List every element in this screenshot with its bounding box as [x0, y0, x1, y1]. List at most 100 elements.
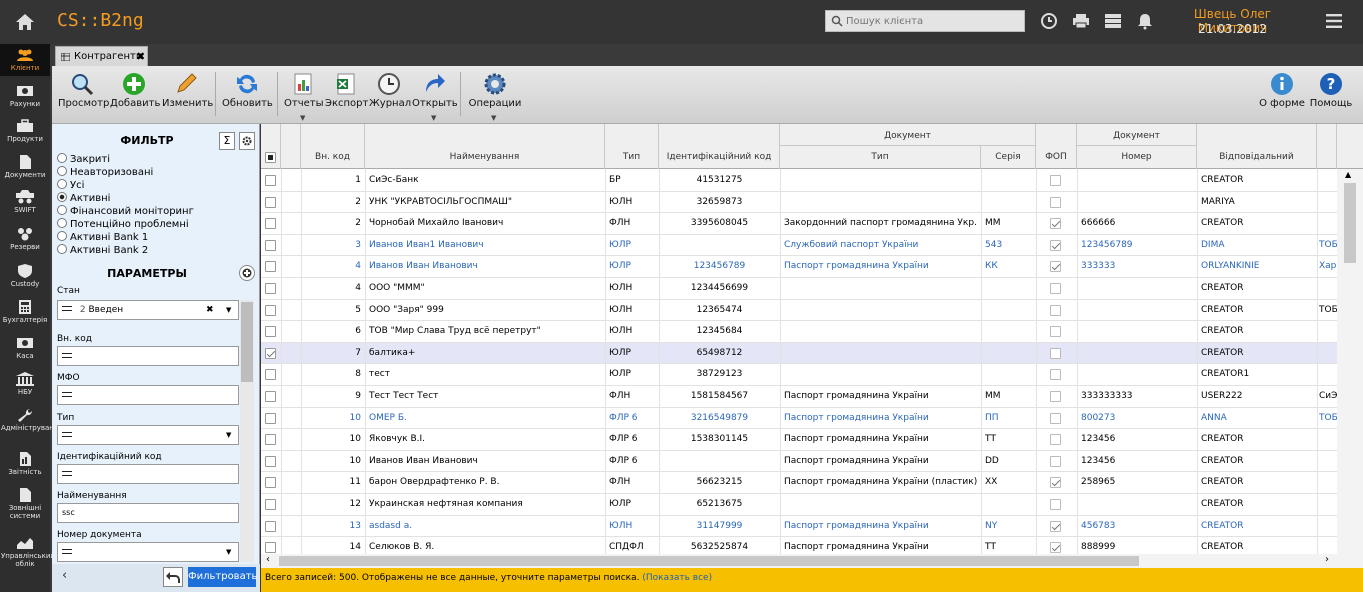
fop-checkbox[interactable]: [1050, 455, 1061, 467]
table-row[interactable]: 9 Тест Тест Тест ФЛН 1581584567 Паспорт гром…: [261, 386, 1337, 408]
fop-checkbox[interactable]: [1050, 347, 1061, 359]
sidebar-item-accounting[interactable]: Бухгалтерія: [0, 300, 50, 324]
grid-vertical-thumb[interactable]: [1344, 183, 1356, 263]
radio-button[interactable]: [57, 153, 67, 163]
fop-checkbox[interactable]: [1050, 261, 1061, 273]
fop-checkbox[interactable]: [1050, 477, 1061, 489]
grid-vertical-scrollbar[interactable]: ▲: [1337, 169, 1363, 554]
grid-horizontal-thumb[interactable]: [279, 556, 1139, 566]
sidebar-item-swift[interactable]: SWIFT: [0, 190, 50, 214]
radio-button[interactable]: [57, 179, 67, 189]
edit-button[interactable]: Изменить: [162, 72, 213, 109]
add-button[interactable]: Добавить: [110, 72, 160, 109]
grid-horizontal-scrollbar[interactable]: ‹ ›: [261, 554, 1363, 568]
export-button[interactable]: Экспорт: [325, 72, 368, 109]
col-extra[interactable]: [1317, 124, 1337, 169]
filter-option[interactable]: Активні: [57, 192, 110, 205]
journal-button[interactable]: Журнал: [369, 72, 411, 109]
col-fop[interactable]: ФОП: [1036, 124, 1077, 169]
sum-button[interactable]: Σ: [219, 132, 235, 150]
sidebar-item-management[interactable]: Управлінський облік: [0, 536, 55, 568]
sidebar-item-nbu[interactable]: НБУ: [0, 372, 50, 396]
table-row[interactable]: 12 Украинская нефтяная компания ЮЛР 6521367…: [261, 494, 1337, 516]
col-name[interactable]: Найменування: [365, 124, 605, 169]
reset-filter-button[interactable]: [163, 567, 183, 587]
table-row[interactable]: 6 ТОВ "Мир Слава Труд всё перетрут" ЮЛН 123…: [261, 321, 1337, 343]
state-select[interactable]: 2 Введен ✖ ▼: [57, 300, 239, 320]
scroll-left-icon[interactable]: ‹: [266, 554, 270, 565]
fop-checkbox[interactable]: [1050, 196, 1061, 208]
table-row[interactable]: 8 тест ЮЛР 38729123 CREATOR1: [261, 364, 1337, 386]
table-row[interactable]: 2 Чорнобай Михайло Іванович ФЛН 3395608045 З…: [261, 213, 1337, 235]
row-checkbox[interactable]: [265, 520, 276, 532]
sidebar-item-documents[interactable]: Документи: [0, 155, 50, 179]
fop-checkbox[interactable]: [1050, 520, 1061, 532]
show-all-link[interactable]: (Показать все): [642, 573, 712, 583]
row-checkbox[interactable]: [265, 261, 276, 273]
fop-checkbox[interactable]: [1050, 369, 1061, 381]
hamburger-menu-icon[interactable]: [1326, 14, 1342, 28]
row-checkbox[interactable]: [265, 175, 276, 186]
row-checkbox[interactable]: [265, 455, 276, 467]
app-logo[interactable]: CS::B2ng: [57, 10, 144, 31]
chevron-down-icon[interactable]: ▼: [226, 548, 231, 556]
add-parameter-button[interactable]: [239, 265, 255, 281]
close-tab-icon[interactable]: ✖: [136, 50, 145, 63]
row-checkbox[interactable]: [265, 196, 276, 208]
name-input[interactable]: ѕѕс: [57, 503, 239, 523]
refresh-button[interactable]: Обновить: [222, 72, 273, 109]
sidebar-item-cash[interactable]: Каса: [0, 336, 50, 360]
row-checkbox[interactable]: [265, 477, 276, 489]
sidebar-item-reports[interactable]: Звітність: [0, 452, 50, 476]
table-row[interactable]: 3 Иванов Иван1 Иванович ЮЛР Службовий паспо…: [261, 235, 1337, 257]
row-checkbox[interactable]: [265, 347, 276, 359]
clear-icon[interactable]: ✖: [206, 305, 214, 315]
filter-option[interactable]: Фінансовий моніторинг: [57, 205, 194, 218]
fop-checkbox[interactable]: [1050, 412, 1061, 424]
table-row[interactable]: 7 балтика+ ЮЛР 65498712 CREATOR: [261, 342, 1337, 365]
about-form-button[interactable]: О форме: [1258, 72, 1306, 109]
fop-checkbox[interactable]: [1050, 175, 1061, 186]
chevron-down-icon[interactable]: ▼: [491, 114, 496, 122]
print-icon[interactable]: [1072, 12, 1090, 30]
fop-checkbox[interactable]: [1050, 434, 1061, 446]
filter-option[interactable]: Неавторизовані: [57, 166, 153, 179]
filter-option[interactable]: Закриті: [57, 153, 110, 166]
radio-button[interactable]: [57, 166, 67, 176]
clock-icon[interactable]: [1040, 12, 1058, 30]
fop-checkbox[interactable]: [1050, 542, 1061, 554]
radio-button[interactable]: [57, 231, 67, 241]
table-row[interactable]: 11 барон Овердрафтенко Р. В. ФЛН 56623215 Па…: [261, 472, 1337, 494]
row-checkbox[interactable]: [265, 239, 276, 251]
radio-button[interactable]: [57, 192, 67, 202]
chevron-down-icon[interactable]: ▼: [226, 431, 231, 439]
fop-checkbox[interactable]: [1050, 283, 1061, 294]
ident-code-input[interactable]: [57, 464, 239, 484]
help-button[interactable]: ? Помощь: [1309, 72, 1353, 109]
sidebar-item-clients[interactable]: Клієнти: [0, 44, 50, 76]
chevron-down-icon[interactable]: ▼: [226, 306, 231, 314]
sidebar-item-admin[interactable]: Адміністрування: [0, 408, 63, 432]
radio-button[interactable]: [57, 218, 67, 228]
row-checkbox[interactable]: [265, 326, 276, 338]
fop-checkbox[interactable]: [1050, 239, 1061, 251]
chevron-down-icon[interactable]: ▼: [300, 114, 305, 122]
collapse-panel-icon[interactable]: ‹: [62, 568, 67, 583]
col-type[interactable]: Тип: [605, 124, 659, 169]
apply-filter-button[interactable]: Фильтровать: [188, 567, 257, 587]
reports-button[interactable]: Отчеты: [284, 72, 323, 109]
col-ident-code[interactable]: Ідентифікаційний код: [659, 124, 780, 169]
fop-checkbox[interactable]: [1050, 218, 1061, 230]
col-responsible[interactable]: Відповідальний: [1197, 124, 1317, 169]
view-button[interactable]: Просмотр: [58, 72, 109, 109]
table-row[interactable]: 4 Иванов Иван Иванович ЮЛР 123456789 Паспорт…: [261, 256, 1337, 278]
col-series[interactable]: Серія: [981, 146, 1036, 169]
col-number[interactable]: Номер: [1077, 146, 1197, 169]
home-icon[interactable]: [14, 12, 36, 32]
fop-checkbox[interactable]: [1050, 499, 1061, 510]
table-row[interactable]: 10 Яковчук В.І. ФЛР 6 1538301145 Паспорт гро…: [261, 429, 1337, 451]
col-doc-type[interactable]: Тип: [780, 146, 981, 169]
row-checkbox[interactable]: [265, 304, 276, 316]
table-row[interactable]: 13 asdasd a. ЮЛН 31147999 Паспорт громадянин…: [261, 516, 1337, 538]
fop-checkbox[interactable]: [1050, 391, 1061, 402]
